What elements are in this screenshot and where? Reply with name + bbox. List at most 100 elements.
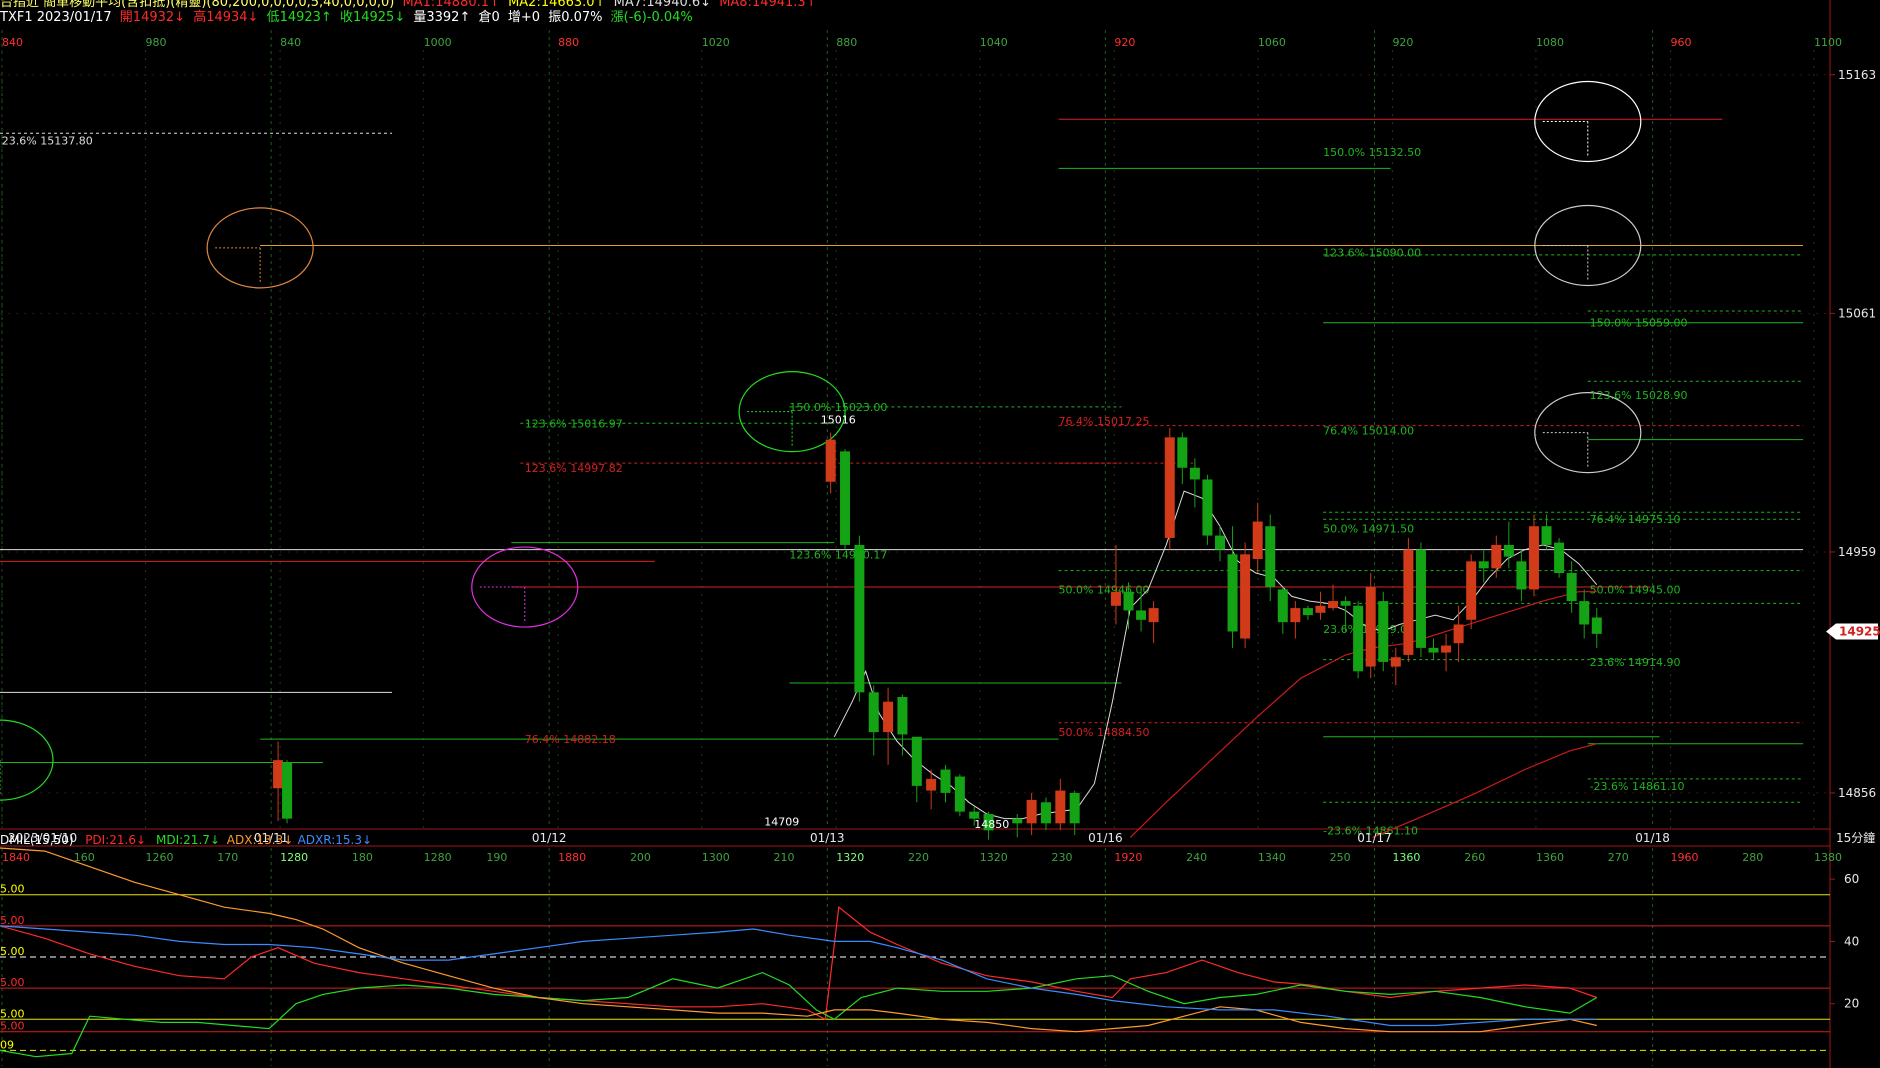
dmi-tick-label: 40	[1844, 934, 1859, 948]
date-label: 01/18	[1635, 831, 1670, 845]
dmi-series-pdi	[0, 906, 1597, 1021]
dmi-legend-item: PDI:21.6↓	[85, 833, 146, 847]
candle-body	[282, 762, 293, 819]
fib-label: 50.0% 14946.00	[1059, 583, 1150, 596]
candle-body	[868, 692, 879, 733]
candle-body	[1378, 601, 1389, 662]
dmi-top-number: 260	[1464, 851, 1485, 864]
candle-body	[1503, 544, 1514, 557]
fib-label: 50.0% 14945.00	[1590, 583, 1681, 596]
price-annotation: 15016	[821, 413, 856, 426]
dmi-level-label: 09	[0, 1038, 14, 1051]
dmi-level-label: 5.00	[0, 1020, 25, 1033]
fib-label: 50.0% 14884.50	[1059, 726, 1150, 739]
candle-body	[1110, 591, 1121, 606]
candle-body	[883, 701, 894, 733]
fib-label: 76.4% 15014.00	[1323, 424, 1414, 437]
dmi-top-number: 1380	[1814, 851, 1842, 864]
candle-body	[1012, 818, 1023, 824]
price-tick-label: 15163	[1838, 68, 1876, 82]
candle-body	[1528, 526, 1539, 590]
dmi-top-number: 1300	[702, 851, 730, 864]
candle-body	[1541, 526, 1552, 545]
candle-body	[1177, 437, 1188, 468]
candle-body	[1215, 535, 1225, 550]
fib-label: 150.0% 15059.00	[1590, 317, 1688, 330]
top-number: 880	[836, 36, 857, 49]
dmi-top-number: 1360	[1392, 851, 1420, 864]
dmi-top-number: 240	[1186, 851, 1207, 864]
top-number: 1060	[1258, 36, 1286, 49]
dmi-top-number: 220	[908, 851, 929, 864]
candle-body	[1164, 437, 1175, 538]
candle-body	[1277, 589, 1288, 623]
candle-body	[1491, 544, 1502, 569]
dmi-legend-item: ADXR:15.3↓	[298, 833, 372, 847]
dmi-top-number: 1260	[146, 851, 174, 864]
price-annotation: 14850	[974, 818, 1009, 831]
top-number: 980	[146, 36, 167, 49]
candle-body	[1227, 554, 1238, 632]
candle-body	[1340, 601, 1351, 606]
candle-body	[1365, 587, 1376, 667]
candle-body	[1591, 617, 1602, 634]
candle-body	[1069, 792, 1080, 824]
dmi-series-adxr	[0, 925, 1597, 1027]
candle-body	[1315, 605, 1326, 613]
price-tick-label: 15061	[1838, 306, 1876, 320]
candle-body	[1040, 802, 1051, 824]
dmi-top-number: 1280	[280, 851, 308, 864]
dmi-top-number: 250	[1330, 851, 1351, 864]
dmi-level-label: 5.00	[0, 914, 25, 927]
candle-body	[911, 736, 922, 786]
candle-body	[1252, 521, 1263, 559]
candle-body	[1415, 549, 1426, 648]
candle-body	[1566, 573, 1577, 602]
candle-body	[1466, 561, 1477, 620]
candle-body	[1302, 608, 1313, 616]
fib-label: 150.0% 15023.00	[789, 401, 887, 414]
candle-body	[1516, 561, 1527, 590]
candle-body	[1026, 799, 1037, 824]
top-number: 1040	[980, 36, 1008, 49]
candle-body	[825, 439, 836, 482]
candle-body	[1579, 601, 1590, 625]
price-tick-label: 14856	[1838, 786, 1876, 800]
dmi-legend-item: ADX:13.3↓	[227, 833, 293, 847]
top-number: 920	[1114, 36, 1135, 49]
dmi-level-label: 5.00	[0, 976, 25, 989]
fib-label: 76.4% 14882.18	[525, 733, 616, 746]
fib-label: 76.4% 15017.25	[1059, 415, 1150, 428]
dmi-top-number: 1280	[424, 851, 452, 864]
candle-body	[1055, 790, 1066, 824]
dmi-series-mdi	[0, 971, 1598, 1058]
top-number: 1000	[424, 36, 452, 49]
candle-body	[926, 778, 937, 791]
candle-body	[1453, 624, 1464, 644]
dmi-tick-label: 20	[1844, 997, 1859, 1011]
candle-body	[1136, 610, 1147, 620]
top-number: 920	[1392, 36, 1413, 49]
dmi-top-number: 200	[630, 851, 651, 864]
dmi-top-number: 230	[1052, 851, 1073, 864]
candle-body	[1189, 467, 1200, 480]
dmi-top-number: 1840	[2, 851, 30, 864]
candle-body	[273, 760, 284, 789]
top-number: 840	[2, 36, 23, 49]
candle-body	[1403, 549, 1414, 655]
fib-label: 123.6% 15028.90	[1590, 389, 1688, 402]
top-number: 960	[1671, 36, 1692, 49]
fib-label: 123.6% 14960.17	[789, 548, 887, 561]
dmi-top-number: 1880	[558, 851, 586, 864]
candle-body	[1240, 554, 1251, 639]
candle-body	[1428, 647, 1439, 653]
candle-body	[954, 776, 965, 812]
marker-circle	[0, 719, 54, 801]
candle-body	[1290, 608, 1301, 623]
dmi-top-number: 190	[486, 851, 507, 864]
fib-label: 150.0% 15132.50	[1323, 146, 1421, 159]
fib-label: -23.6% 14861.10	[1590, 780, 1685, 793]
top-number: 880	[558, 36, 579, 49]
current-price-label: 14925	[1839, 625, 1880, 639]
chart-canvas[interactable]: 840 980 840 1000 880 1020 880 1040 920 1060 920 108…	[0, 0, 1880, 1068]
